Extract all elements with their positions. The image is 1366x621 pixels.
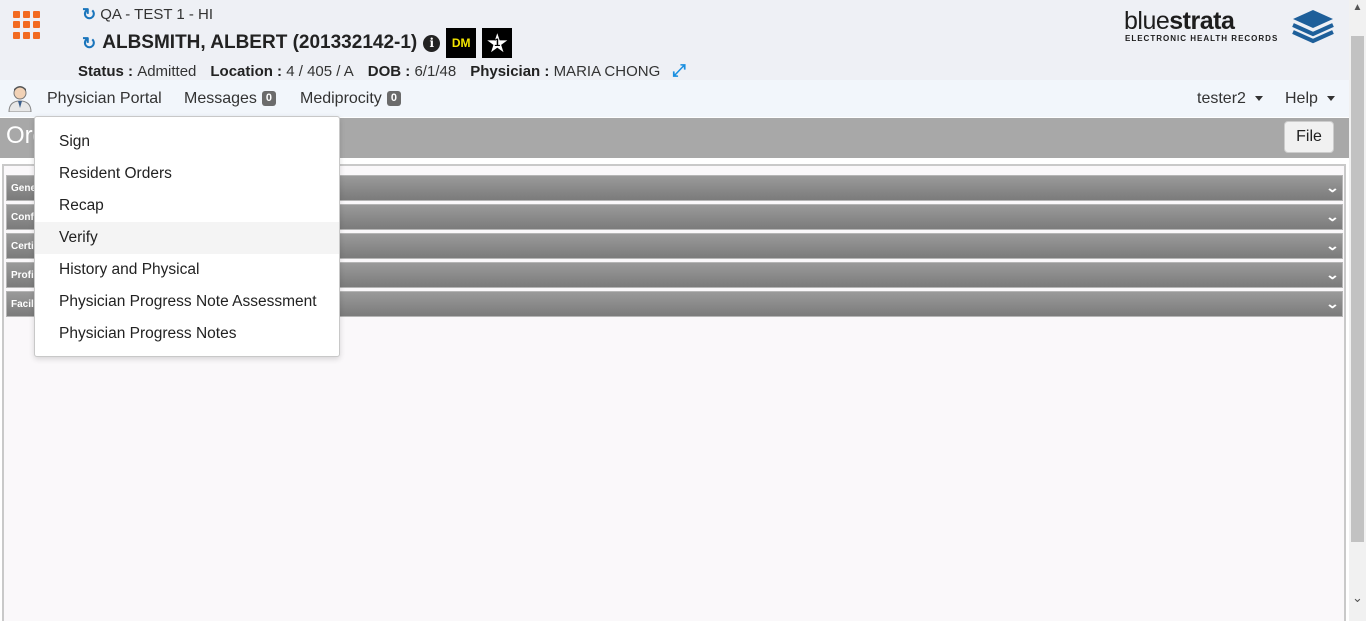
- refresh-icon[interactable]: ↻: [82, 35, 96, 52]
- chevron-down-icon: ⌄: [1325, 209, 1340, 224]
- chevron-down-icon: ⌄: [1325, 238, 1340, 253]
- logo-bold-text: strata: [1169, 7, 1235, 35]
- logo-wordmark: bluestrata: [1124, 7, 1235, 36]
- section-bar-label: Profi: [11, 269, 34, 281]
- section-bar-label: Certi: [11, 240, 34, 252]
- location-value: 4 / 405 / A: [286, 62, 354, 80]
- nav-mediprocity-label: Mediprocity: [300, 90, 382, 107]
- menu-item-progress-notes[interactable]: Physician Progress Notes: [35, 318, 339, 350]
- help-menu[interactable]: Help: [1285, 80, 1335, 117]
- menu-item-recap[interactable]: Recap: [35, 190, 339, 222]
- refresh-icon[interactable]: ↻: [82, 6, 96, 23]
- section-bar-label: Gene: [11, 182, 37, 194]
- caret-down-icon: [1326, 96, 1335, 101]
- nav-physician-portal-label: Physician Portal: [47, 90, 162, 107]
- expand-icon[interactable]: ⤢: [672, 61, 686, 81]
- menu-item-progress-note-assessment[interactable]: Physician Progress Note Assessment: [35, 286, 339, 318]
- scroll-down-arrow-icon[interactable]: ⌄: [1349, 590, 1366, 608]
- top-navbar: Physician Portal Messages 0 Mediprocity …: [0, 80, 1349, 117]
- grid-icon[interactable]: [13, 11, 41, 39]
- chevron-down-icon: ⌄: [1325, 180, 1340, 195]
- dob-label: DOB :: [367, 62, 411, 80]
- nav-messages[interactable]: Messages 0: [184, 80, 277, 117]
- chevron-down-icon: ⌄: [1325, 267, 1340, 282]
- status-label: Status :: [78, 62, 134, 80]
- stack-logo-icon: [1292, 10, 1334, 44]
- physician-value: MARIA CHONG: [553, 62, 661, 80]
- vertical-scrollbar[interactable]: ▲ ⌄: [1349, 0, 1366, 621]
- logo-light-text: blue: [1124, 7, 1170, 35]
- nav-messages-label: Messages: [184, 90, 257, 107]
- menu-item-verify[interactable]: Verify: [35, 222, 339, 254]
- patient-header: ↻ QA - TEST 1 - HI ↻ ALBSMITH, ALBERT (2…: [0, 0, 1349, 80]
- caret-down-icon: [1254, 96, 1263, 101]
- physician-portal-dropdown: Sign Resident Orders Recap Verify Histor…: [34, 116, 340, 357]
- info-icon[interactable]: i: [423, 34, 441, 52]
- scroll-up-arrow-icon[interactable]: ▲: [1349, 2, 1366, 16]
- logo-subtitle: ELECTRONIC HEALTH RECORDS: [1125, 34, 1279, 43]
- patient-name: ALBSMITH, ALBERT (201332142-1): [102, 32, 418, 53]
- star-badge-digit: 1: [494, 37, 501, 49]
- messages-count-badge: 0: [261, 91, 277, 106]
- menu-item-history-and-physical[interactable]: History and Physical: [35, 254, 339, 286]
- star-badge-icon[interactable]: ★ 1: [482, 28, 513, 58]
- nav-physician-portal[interactable]: Physician Portal: [47, 80, 162, 117]
- file-button[interactable]: File: [1284, 121, 1334, 153]
- patient-name-row: ↻ ALBSMITH, ALBERT (201332142-1) i DM ★ 1: [82, 28, 513, 58]
- dm-badge[interactable]: DM: [446, 28, 477, 58]
- scrollbar-thumb[interactable]: [1351, 36, 1364, 542]
- facility-name: QA - TEST 1 - HI: [100, 6, 214, 23]
- menu-item-resident-orders[interactable]: Resident Orders: [35, 158, 339, 190]
- dob-value: 6/1/48: [414, 62, 457, 80]
- section-bar-label: Facil: [11, 298, 34, 310]
- status-value: Admitted: [137, 62, 197, 80]
- user-menu[interactable]: tester2: [1197, 80, 1263, 117]
- mediprocity-count-badge: 0: [386, 91, 401, 106]
- bluestrata-logo: bluestrata ELECTRONIC HEALTH RECORDS: [1124, 7, 1336, 47]
- menu-item-sign[interactable]: Sign: [35, 126, 339, 158]
- chevron-down-icon: ⌄: [1325, 296, 1340, 311]
- nav-mediprocity[interactable]: Mediprocity 0: [300, 80, 401, 117]
- facility-row: ↻ QA - TEST 1 - HI: [82, 6, 213, 23]
- physician-label: Physician :: [470, 62, 550, 80]
- user-menu-label: tester2: [1197, 90, 1246, 107]
- help-menu-label: Help: [1285, 90, 1318, 107]
- patient-status-row: Status : Admitted Location : 4 / 405 / A…: [78, 61, 686, 81]
- location-label: Location :: [210, 62, 283, 80]
- section-bar-label: Conf: [11, 211, 34, 223]
- avatar-icon[interactable]: [6, 84, 34, 112]
